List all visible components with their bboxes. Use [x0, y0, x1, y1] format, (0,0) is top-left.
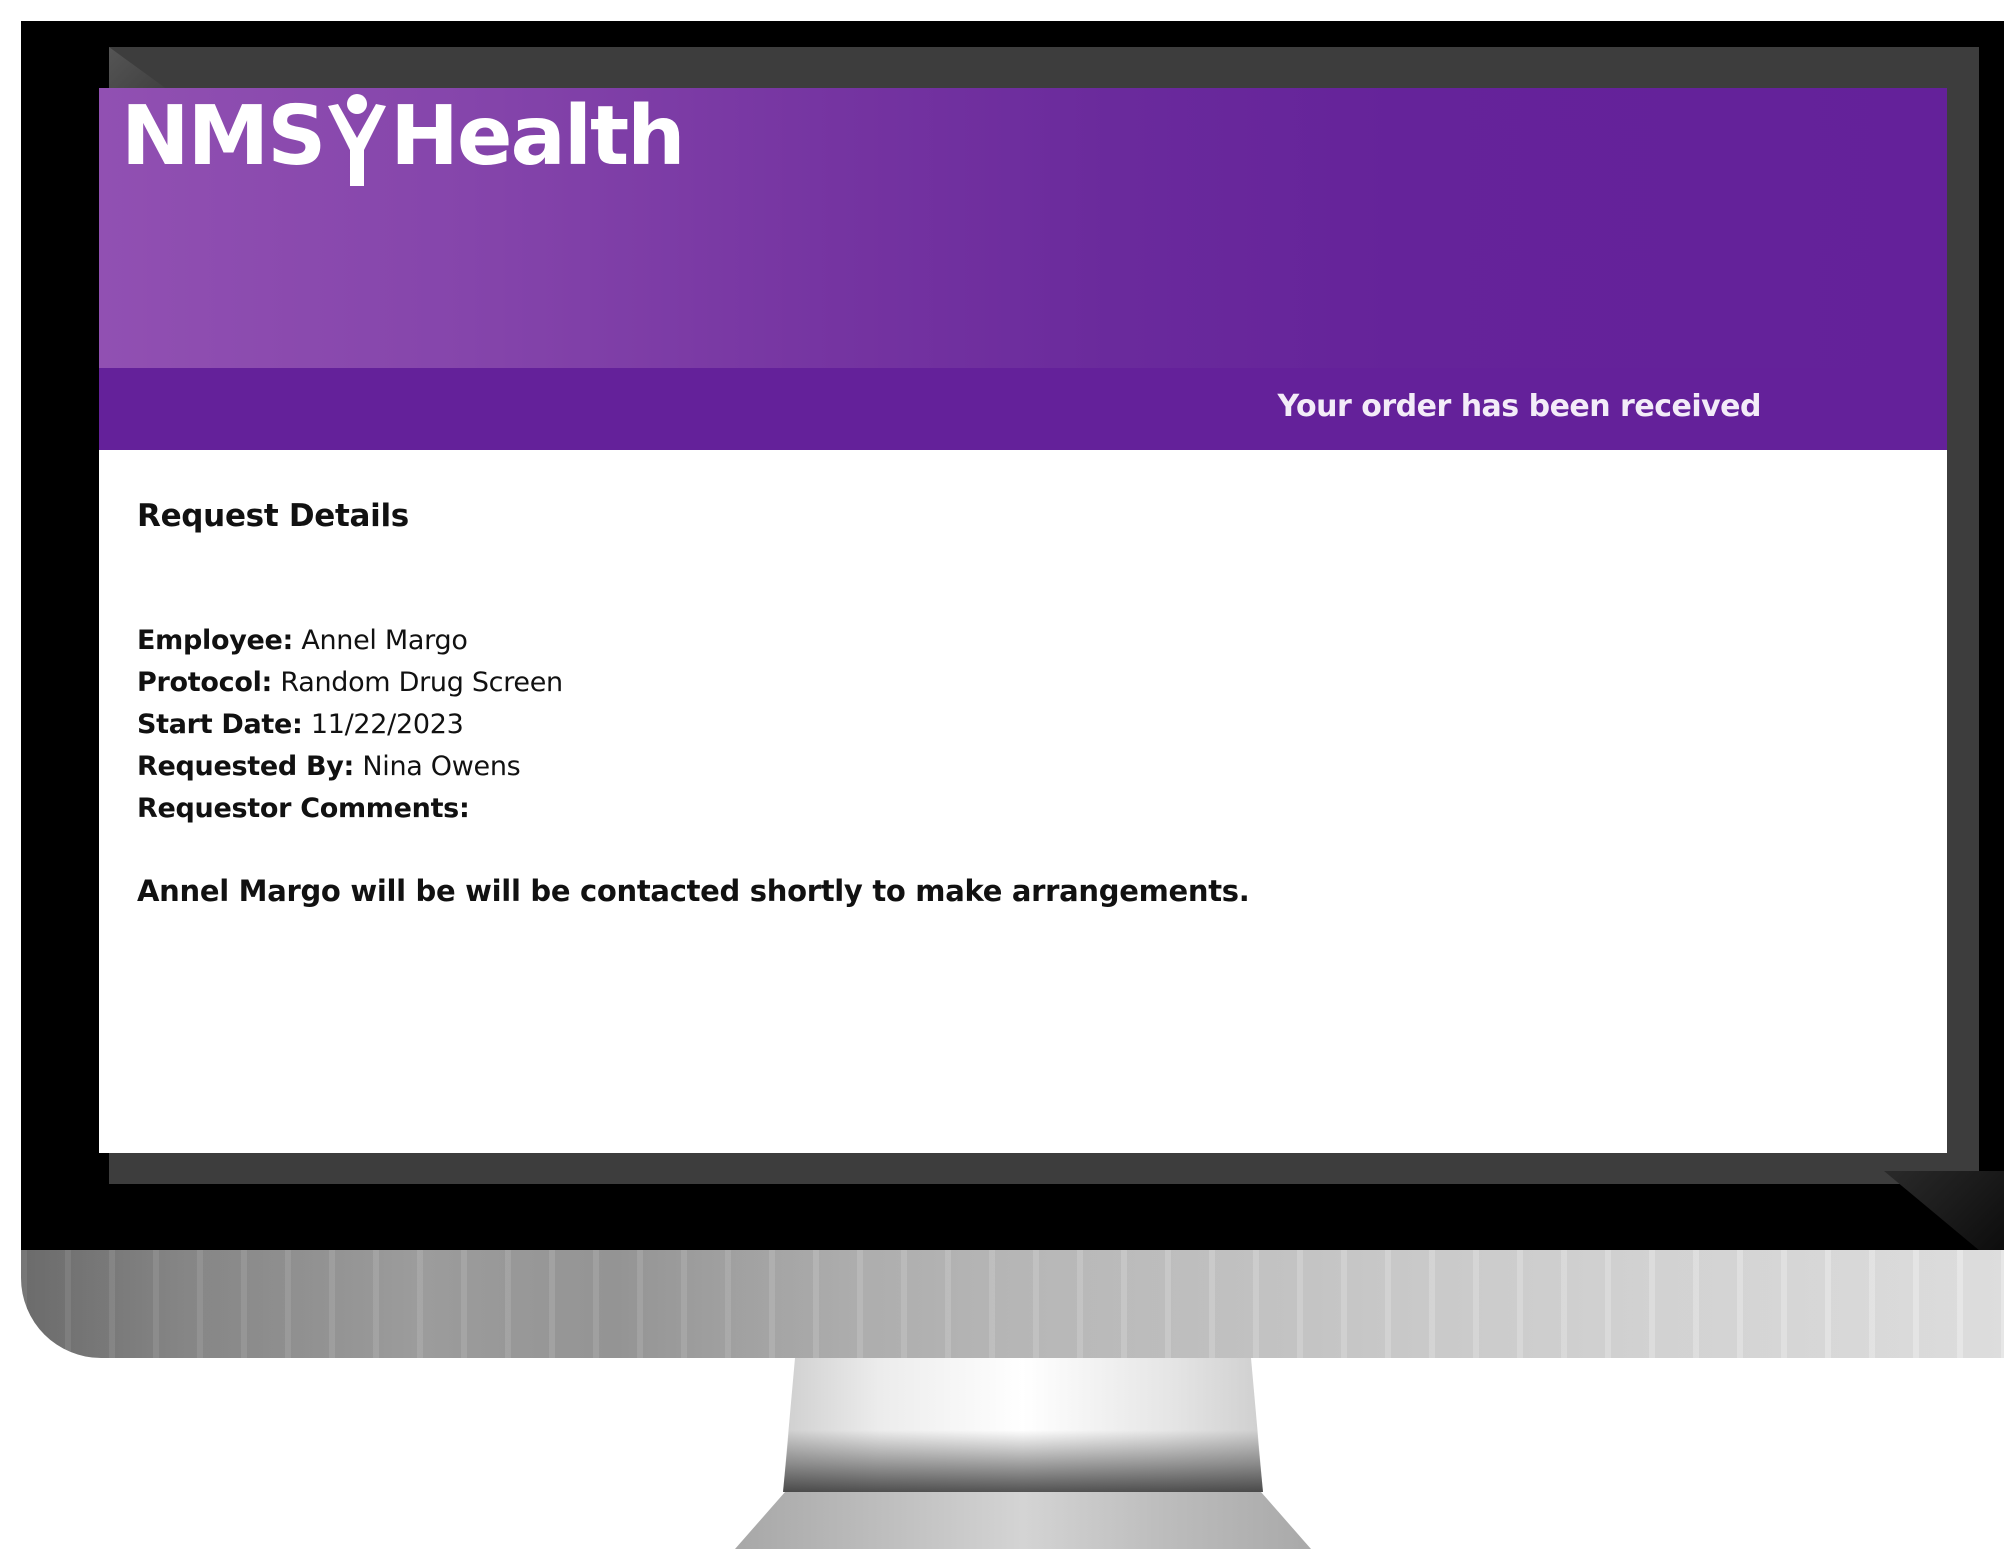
- detail-value: Nina Owens: [362, 751, 521, 782]
- closing-message: Annel Margo will be will be contacted sh…: [137, 874, 1250, 908]
- monitor-scene: NMS Health Your order has been received …: [0, 0, 2004, 1549]
- chin-texture: [21, 1250, 2004, 1358]
- detail-row-start-date: Start Date: 11/22/2023: [137, 704, 1249, 746]
- request-details-title: Request Details: [137, 498, 409, 534]
- header-banner: NMS Health: [99, 88, 1947, 368]
- monitor-stand-base: [735, 1492, 1311, 1549]
- email-screen: NMS Health Your order has been received …: [99, 88, 1947, 1153]
- order-received-message: Your order has been received: [1277, 389, 1762, 424]
- detail-row-employee: Employee: Annel Margo: [137, 620, 1249, 662]
- request-details-section: Request Details Employee: Annel Margo Pr…: [137, 498, 1250, 908]
- detail-label: Start Date:: [137, 709, 303, 740]
- detail-row-protocol: Protocol: Random Drug Screen: [137, 662, 1249, 704]
- detail-row-requestor-comments: Requestor Comments:: [137, 788, 1249, 830]
- nms-health-logo: NMS Health: [121, 89, 686, 192]
- detail-label: Employee:: [137, 625, 294, 656]
- person-figure-icon: [326, 92, 388, 188]
- detail-value: 11/22/2023: [310, 709, 464, 740]
- detail-label: Requested By:: [137, 751, 355, 782]
- monitor-stand-shadow: [783, 1430, 1263, 1492]
- detail-label: Requestor Comments:: [137, 793, 470, 824]
- monitor-chin: [21, 1250, 2004, 1358]
- logo-text-right: Health: [390, 89, 685, 184]
- detail-row-requested-by: Requested By: Nina Owens: [137, 746, 1249, 788]
- detail-value: Random Drug Screen: [280, 667, 563, 698]
- detail-label: Protocol:: [137, 667, 273, 698]
- request-details-list: Employee: Annel Margo Protocol: Random D…: [137, 620, 1249, 830]
- logo-text-left: NMS: [121, 89, 326, 184]
- detail-value: Annel Margo: [301, 625, 468, 656]
